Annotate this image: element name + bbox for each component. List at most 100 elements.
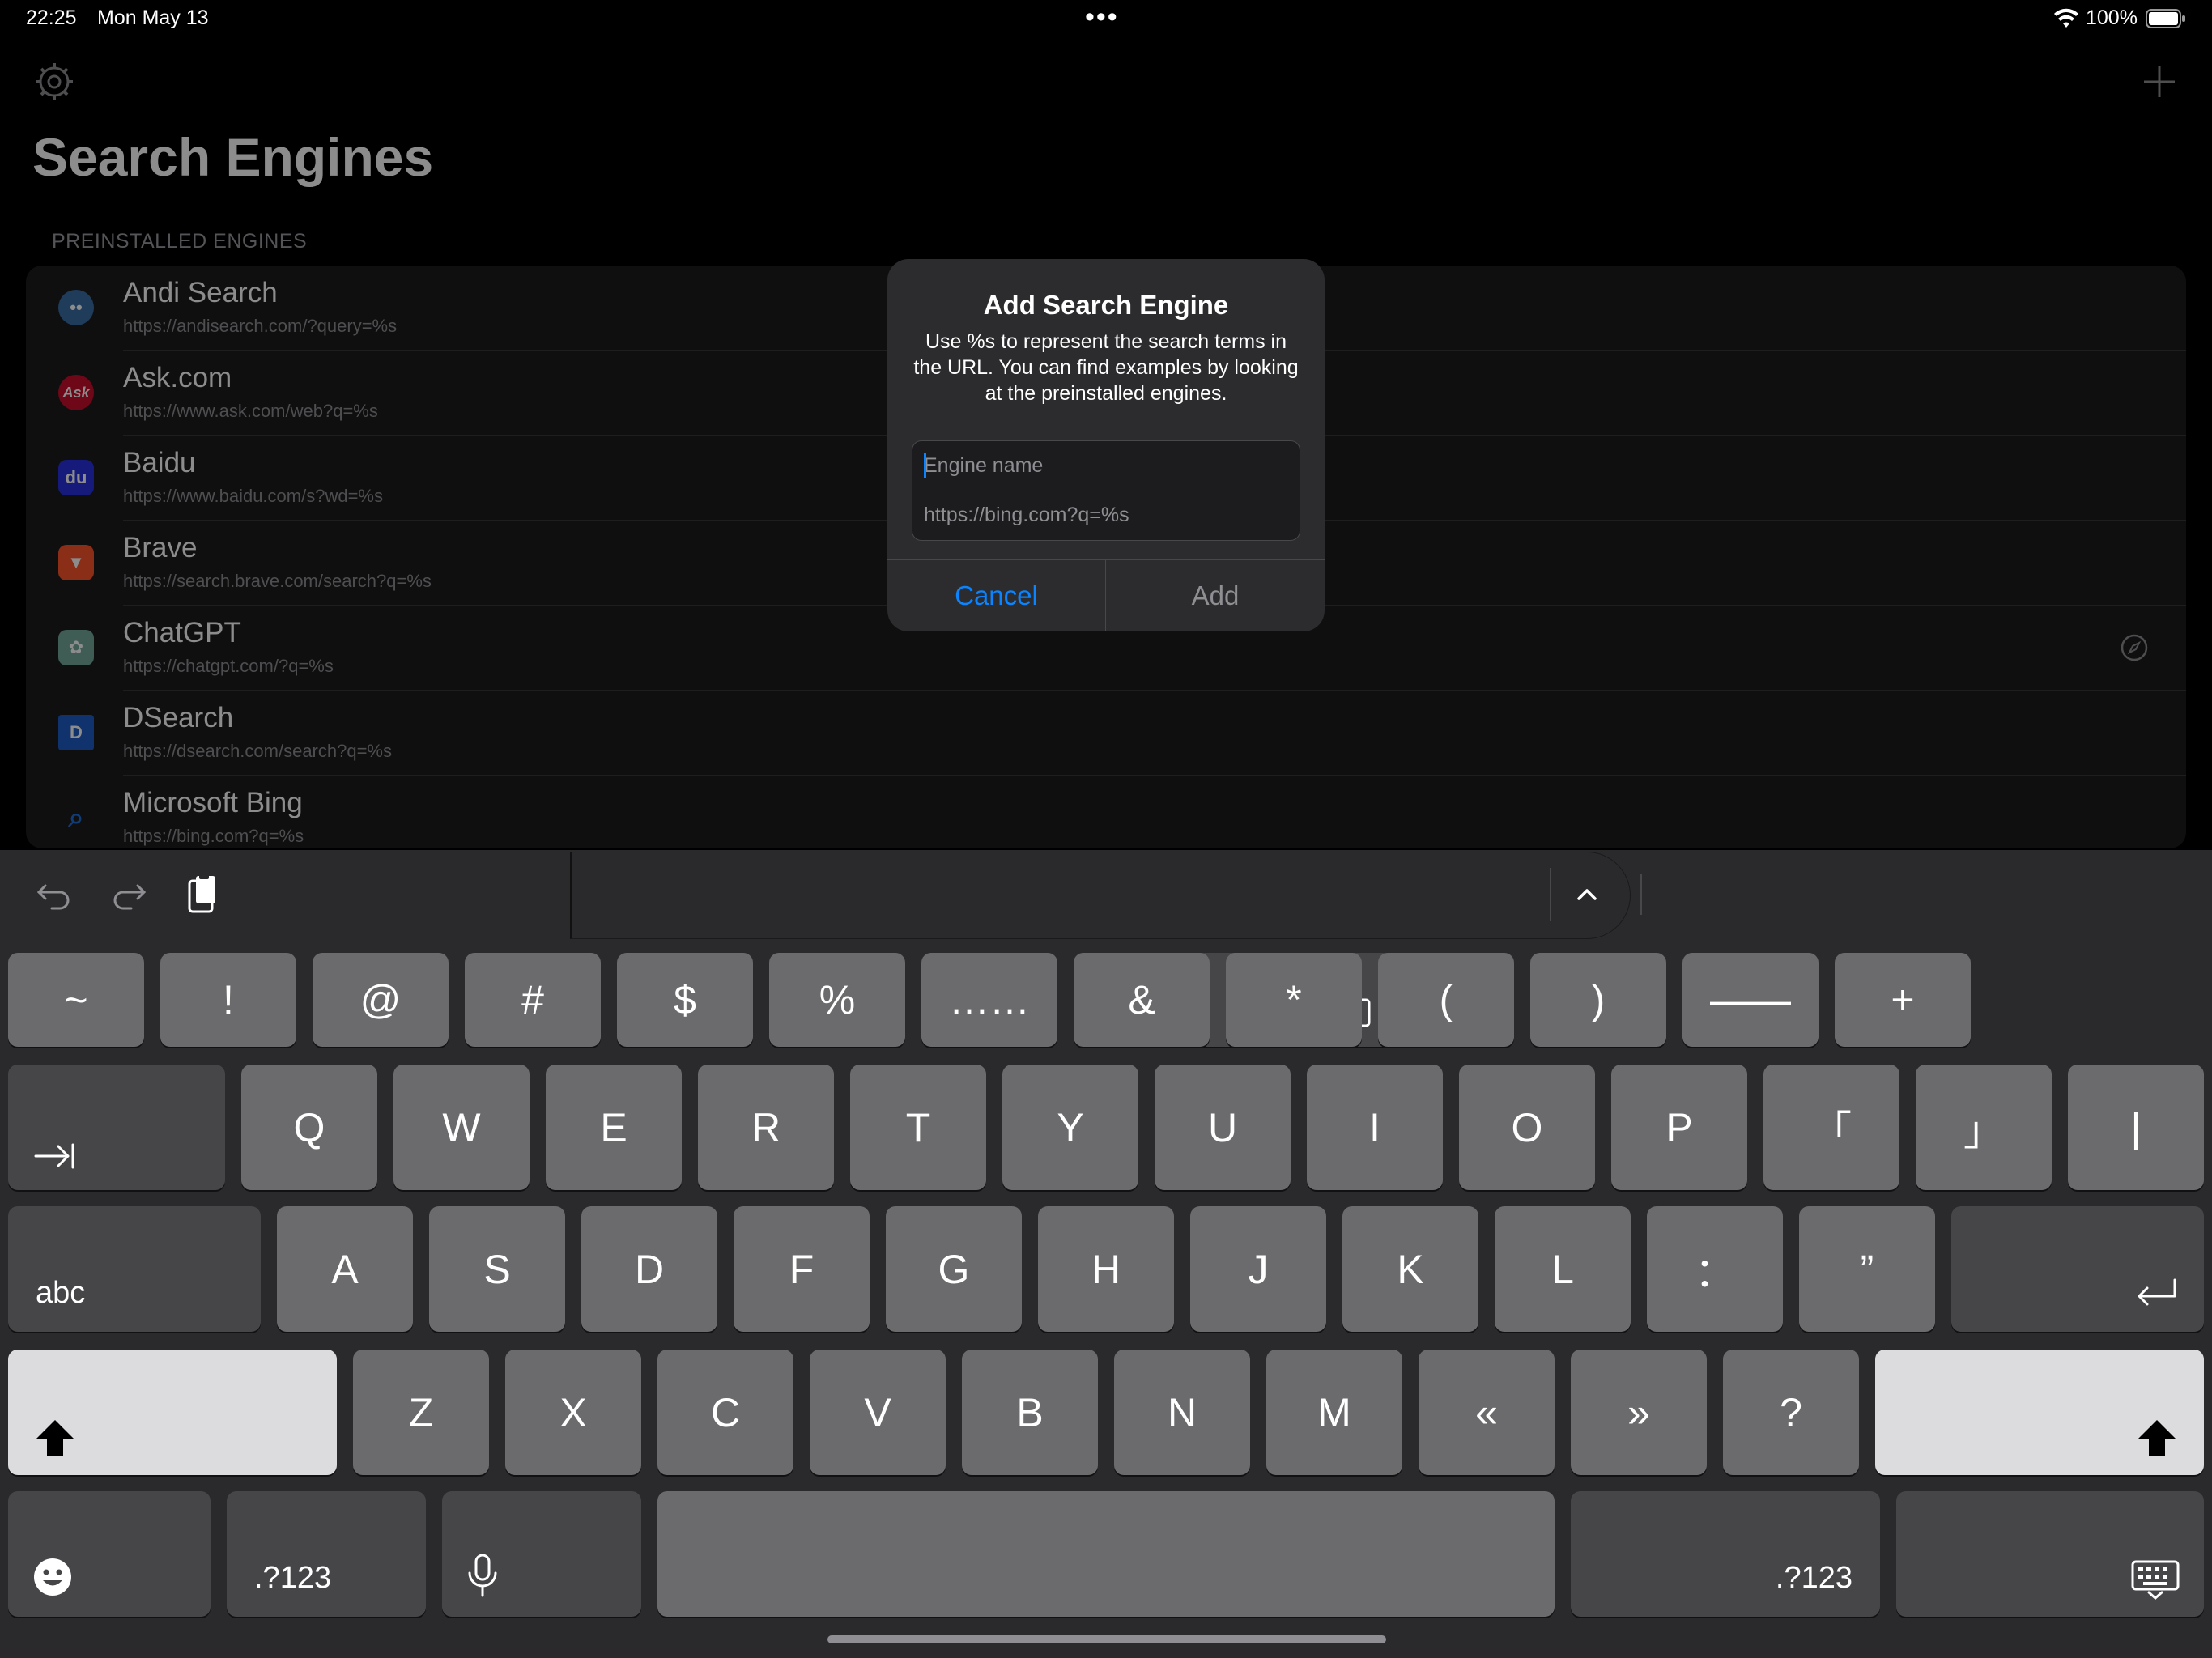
add-plus-icon[interactable] <box>2138 60 2181 104</box>
abc-label: abc <box>36 1276 86 1310</box>
dismiss-keyboard-key[interactable] <box>1896 1491 2204 1617</box>
chevron-up-icon[interactable] <box>1571 878 1603 910</box>
symbol-key[interactable]: $ <box>617 953 753 1047</box>
symbol-key[interactable]: * <box>1226 953 1362 1047</box>
engine-url-field[interactable] <box>912 491 1300 539</box>
letter-key[interactable]: C <box>657 1350 793 1475</box>
letter-key[interactable]: » <box>1571 1350 1707 1475</box>
tab-key[interactable] <box>8 1065 225 1190</box>
prediction-divider <box>1550 868 1551 921</box>
letter-key[interactable]: V <box>810 1350 946 1475</box>
dialog-fields <box>912 440 1300 541</box>
battery-percent: 100% <box>2086 6 2138 29</box>
dialog-title: Add Search Engine <box>983 290 1229 320</box>
settings-gear-icon[interactable] <box>32 60 76 104</box>
redo-icon[interactable] <box>108 874 149 915</box>
multitasking-dots[interactable]: ••• <box>1085 2 1119 33</box>
shortcut-bar <box>0 850 2212 941</box>
letter-key[interactable]: B <box>962 1350 1098 1475</box>
shift-key-right[interactable] <box>1875 1350 2204 1475</box>
prediction-bar[interactable] <box>570 852 1631 939</box>
letter-key[interactable]: 」 <box>1916 1065 2052 1190</box>
space-key[interactable] <box>657 1491 1555 1617</box>
symbol-key[interactable]: ! <box>160 953 296 1047</box>
letter-key[interactable]: | <box>2068 1065 2204 1190</box>
symbol-key[interactable]: # <box>465 953 601 1047</box>
engine-url: https://www.ask.com/web?q=%s <box>123 401 378 421</box>
letter-key[interactable]: T <box>850 1065 986 1190</box>
letter-key[interactable]: P <box>1611 1065 1747 1190</box>
text-cursor <box>924 453 926 478</box>
symbol-key[interactable]: ) <box>1530 953 1666 1047</box>
andi-icon: •• <box>58 290 94 325</box>
letter-key[interactable]: X <box>505 1350 641 1475</box>
shift-key-left[interactable] <box>8 1350 337 1475</box>
letter-key[interactable]: E <box>546 1065 682 1190</box>
cancel-button[interactable]: Cancel <box>887 560 1105 631</box>
letter-key[interactable]: ? <box>1723 1350 1859 1475</box>
symbol-key[interactable]: ~ <box>8 953 144 1047</box>
letter-key[interactable]: O <box>1459 1065 1595 1190</box>
letter-key[interactable]: R <box>698 1065 834 1190</box>
add-button[interactable]: Add <box>1106 560 1325 631</box>
symbol-key[interactable]: …… <box>921 953 1057 1047</box>
symbol-key[interactable]: & <box>1074 953 1210 1047</box>
chatgpt-icon: ✿ <box>58 630 94 665</box>
default-compass-icon <box>2121 634 2148 661</box>
letter-key[interactable]: S <box>429 1206 565 1332</box>
engine-row-dsearch[interactable]: D DSearch https://dsearch.com/search?q=%… <box>26 691 2186 776</box>
dsearch-icon: D <box>58 715 94 750</box>
engine-name: DSearch <box>123 702 234 733</box>
engine-row-bing[interactable]: ⌕ Microsoft Bing https://bing.com?q=%s <box>26 776 2186 848</box>
letter-key[interactable]: W <box>393 1065 530 1190</box>
letter-key[interactable]: N <box>1114 1350 1250 1475</box>
letter-key[interactable]: Y <box>1002 1065 1138 1190</box>
letter-key[interactable]: Q <box>241 1065 377 1190</box>
wifi-icon <box>2054 8 2078 28</box>
dictation-key[interactable] <box>442 1491 641 1617</box>
letter-key[interactable]: « <box>1419 1350 1555 1475</box>
letter-key[interactable]: A <box>277 1206 413 1332</box>
letter-key[interactable]: L <box>1495 1206 1631 1332</box>
letter-key[interactable]: H <box>1038 1206 1174 1332</box>
numbers-label: .?123 <box>254 1561 332 1595</box>
numbers-key-right[interactable]: .?123 <box>1571 1491 1880 1617</box>
letter-key[interactable]: I <box>1307 1065 1443 1190</box>
ask-icon: Ask <box>58 375 94 410</box>
home-indicator[interactable] <box>827 1635 1386 1643</box>
letter-key[interactable]: ” <box>1799 1206 1935 1332</box>
letter-key[interactable]: D <box>581 1206 717 1332</box>
return-key[interactable] <box>1951 1206 2204 1332</box>
letter-key[interactable]: 「 <box>1763 1065 1899 1190</box>
symbol-key[interactable]: + <box>1835 953 1971 1047</box>
paste-clipboard-icon[interactable] <box>183 873 222 916</box>
engine-url: https://www.baidu.com/s?wd=%s <box>123 486 383 506</box>
letter-key[interactable]: U <box>1155 1065 1291 1190</box>
letter-key[interactable]: G <box>886 1206 1022 1332</box>
letter-key[interactable]: M <box>1266 1350 1402 1475</box>
engine-url: https://dsearch.com/search?q=%s <box>123 741 392 761</box>
symbol-key[interactable]: @ <box>313 953 449 1047</box>
software-keyboard: abc .?123 .?123 ~ ! @ # $ % …… & * () —… <box>0 850 2212 1658</box>
emoji-key[interactable] <box>8 1491 211 1617</box>
symbol-key[interactable]: % <box>769 953 905 1047</box>
letter-key[interactable]: Z <box>353 1350 489 1475</box>
status-time: 22:25 <box>26 6 77 29</box>
symbol-key[interactable]: —— <box>1682 953 1819 1047</box>
numbers-label: .?123 <box>1775 1561 1853 1595</box>
letter-key[interactable]: F <box>734 1206 870 1332</box>
letter-key[interactable]: K <box>1342 1206 1478 1332</box>
undo-icon[interactable] <box>34 874 74 915</box>
engine-url: https://search.brave.com/search?q=%s <box>123 571 432 591</box>
keyboard-dismiss-icon <box>2131 1560 2180 1600</box>
engine-name: Brave <box>123 532 198 563</box>
letter-key[interactable]: ： <box>1647 1206 1783 1332</box>
bing-magnifier-icon: ⌕ <box>68 801 84 833</box>
engine-name-field[interactable] <box>912 441 1300 490</box>
shift-arrow-icon <box>36 1420 74 1456</box>
abc-key[interactable]: abc <box>8 1206 261 1332</box>
page-title: Search Engines <box>32 127 434 187</box>
letter-key[interactable]: J <box>1190 1206 1326 1332</box>
symbol-key[interactable]: ( <box>1378 953 1514 1047</box>
numbers-key-left[interactable]: .?123 <box>227 1491 426 1617</box>
